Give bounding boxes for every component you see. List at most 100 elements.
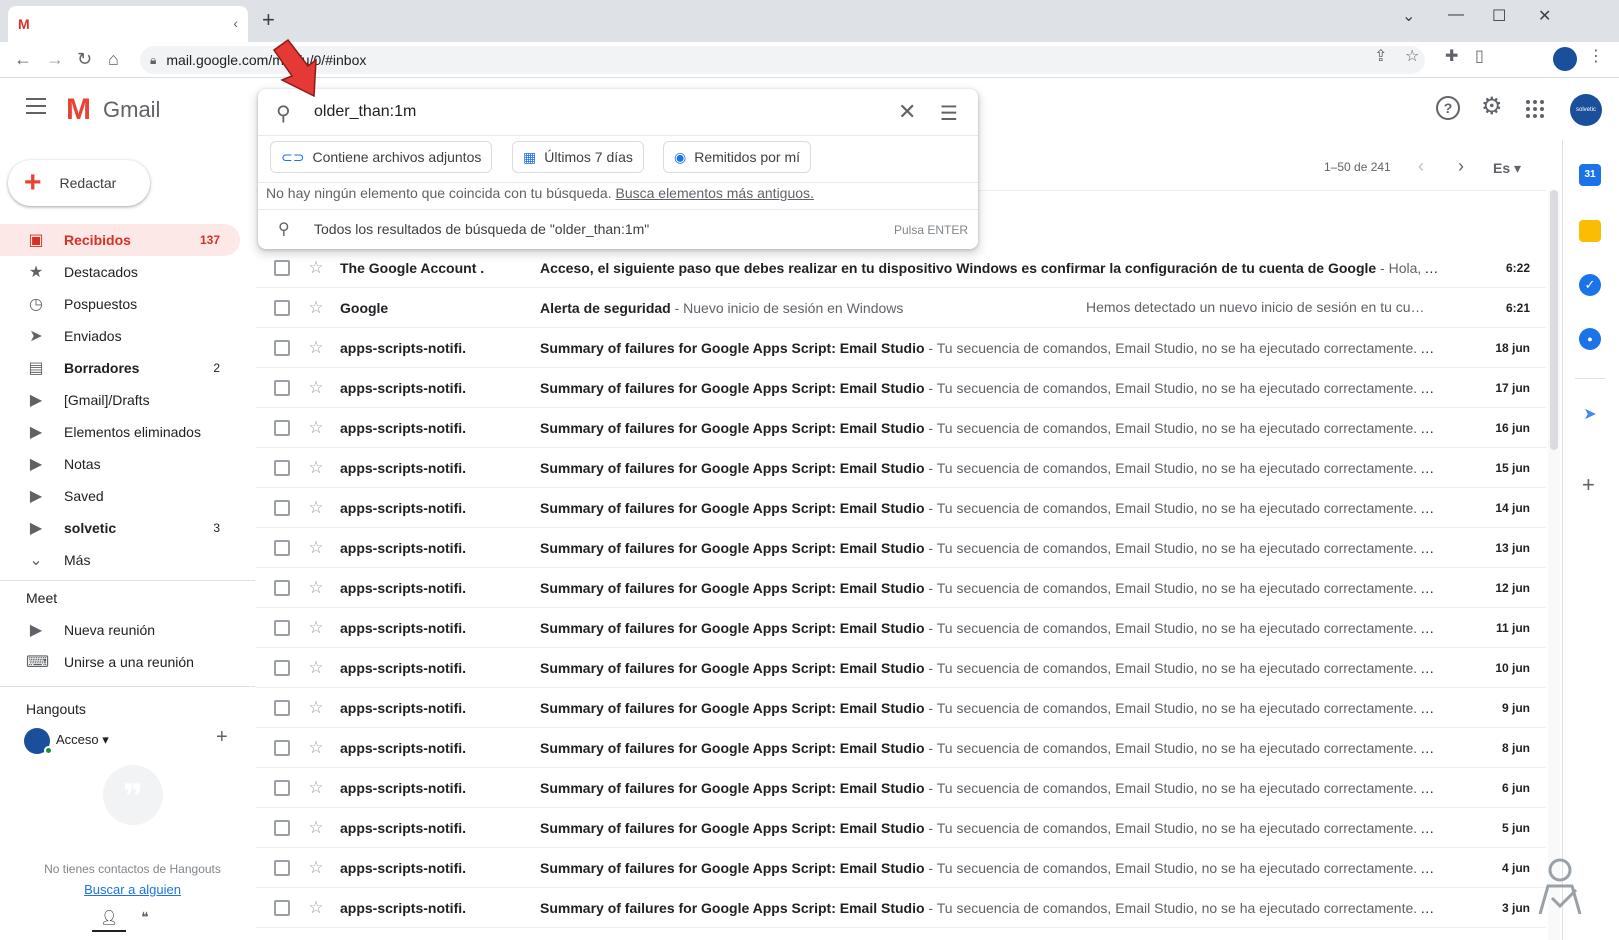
email-row[interactable]: ☆ apps-scripts-notifi. Summary of failures… — [256, 688, 1546, 728]
email-row[interactable]: ☆ apps-scripts-notifi. Summary of failures… — [256, 808, 1546, 848]
input-language-selector[interactable]: Es ▾ — [1493, 160, 1521, 177]
star-icon[interactable]: ☆ — [306, 418, 326, 438]
star-icon[interactable]: ☆ — [306, 258, 326, 278]
email-row[interactable]: ☆ apps-scripts-notifi. Summary of failures… — [256, 488, 1546, 528]
gmail-logo[interactable]: M Gmail — [66, 95, 160, 125]
select-checkbox[interactable] — [274, 739, 290, 756]
add-contact-icon[interactable]: + — [216, 726, 228, 749]
email-row[interactable]: ☆ apps-scripts-notifi. Summary of failures… — [256, 648, 1546, 688]
new-tab-button[interactable]: + — [262, 9, 275, 31]
star-icon[interactable]: ☆ — [306, 378, 326, 398]
email-row[interactable]: ☆ apps-scripts-notifi. Summary of failures… — [256, 408, 1546, 448]
sidebar-item-gmail-drafts[interactable]: ▶ [Gmail]/Drafts — [0, 384, 240, 416]
sidebar-item-saved[interactable]: ▶ Saved — [0, 480, 240, 512]
get-addons-icon[interactable]: + — [1582, 472, 1595, 498]
keep-icon[interactable] — [1579, 220, 1601, 242]
star-icon[interactable]: ☆ — [306, 538, 326, 558]
star-icon[interactable]: ☆ — [306, 778, 326, 798]
hangouts-user-name[interactable]: Acceso ▾ — [56, 732, 109, 748]
sidebar-item-solvetic[interactable]: ▶ solvetic 3 — [0, 512, 240, 544]
email-row[interactable]: ☆ apps-scripts-notifi. Summary of failures… — [256, 768, 1546, 808]
share-icon[interactable]: ⇪ — [1374, 46, 1387, 66]
star-icon[interactable]: ☆ — [306, 898, 326, 918]
email-row[interactable]: ☆ apps-scripts-notifi. Summary of failures… — [256, 328, 1546, 368]
star-icon[interactable]: ☆ — [306, 578, 326, 598]
select-checkbox[interactable] — [274, 699, 290, 716]
conversations-tab-icon[interactable]: ❝ — [128, 902, 162, 932]
select-checkbox[interactable] — [274, 459, 290, 476]
email-row[interactable]: ☆ apps-scripts-notifi. Summary of failures… — [256, 568, 1546, 608]
sidebar-item-pospuestos[interactable]: ◷ Pospuestos — [0, 288, 240, 320]
reload-icon[interactable]: ↻ — [77, 48, 92, 70]
email-row[interactable]: ☆ apps-scripts-notifi. Summary of failures… — [256, 888, 1546, 928]
select-checkbox[interactable] — [274, 779, 290, 796]
next-page-icon[interactable]: › — [1458, 156, 1464, 177]
star-icon[interactable]: ☆ — [306, 698, 326, 718]
search-input[interactable]: older_than:1m — [314, 103, 416, 121]
search-icon[interactable]: ⚲ — [276, 101, 291, 126]
chip-last-7-days[interactable]: ▦ Últimos 7 días — [512, 141, 644, 173]
back-arrow-icon[interactable]: ← — [14, 48, 32, 70]
email-row[interactable]: ☆ Google Alerta de seguridad - Nuevo inici… — [256, 288, 1546, 328]
compose-button[interactable]: + Redactar — [8, 160, 150, 206]
select-checkbox[interactable] — [274, 339, 290, 356]
bookmark-star-icon[interactable]: ☆ — [1405, 46, 1419, 66]
email-row[interactable]: ☆ apps-scripts-notifi. Summary of failures… — [256, 448, 1546, 488]
contacts-icon[interactable]: ● — [1579, 328, 1601, 350]
select-checkbox[interactable] — [274, 539, 290, 556]
tab-search-icon[interactable]: ⌄ — [1402, 6, 1415, 26]
sidebar-item-notas[interactable]: ▶ Notas — [0, 448, 240, 480]
select-checkbox[interactable] — [274, 819, 290, 836]
send-addon-icon[interactable]: ➤ — [1579, 404, 1601, 426]
email-row[interactable]: ☆ apps-scripts-notifi. Summary of failures… — [256, 848, 1546, 888]
forward-arrow-icon[interactable]: → — [46, 48, 64, 70]
all-results-option[interactable]: Todos los resultados de búsqueda de "old… — [314, 221, 649, 237]
meet-join-meeting[interactable]: ⌨ Unirse a una reunión — [0, 646, 240, 678]
star-icon[interactable]: ☆ — [306, 458, 326, 478]
help-icon[interactable]: ? — [1436, 96, 1460, 120]
browser-menu-icon[interactable]: ⋮ — [1588, 46, 1604, 66]
settings-gear-icon[interactable]: ⚙ — [1481, 92, 1503, 121]
star-icon[interactable]: ☆ — [306, 818, 326, 838]
select-checkbox[interactable] — [274, 899, 290, 916]
sidebar-item-recibidos[interactable]: ▣ Recibidos 137 — [0, 224, 240, 256]
search-older-link[interactable]: Busca elementos más antiguos. — [615, 185, 813, 201]
sidebar-item-mas[interactable]: ⌄ Más — [0, 544, 240, 576]
star-icon[interactable]: ☆ — [306, 658, 326, 678]
chip-attachments[interactable]: ⊂⊃ Contiene archivos adjuntos — [270, 141, 493, 173]
email-row[interactable]: ☆ apps-scripts-notifi. Summary of failures… — [256, 728, 1546, 768]
star-icon[interactable]: ☆ — [306, 338, 326, 358]
minimize-button[interactable]: — — [1448, 6, 1464, 24]
browser-tab-gmail[interactable]: M ‹ — [8, 6, 248, 42]
chip-sent-by-me[interactable]: ◉ Remitidos por mí — [663, 141, 812, 173]
select-checkbox[interactable] — [274, 859, 290, 876]
select-checkbox[interactable] — [274, 619, 290, 636]
star-icon[interactable]: ☆ — [306, 738, 326, 758]
maximize-button[interactable]: ☐ — [1492, 6, 1506, 26]
browser-profile-avatar[interactable] — [1553, 47, 1577, 71]
sidebar-item-borradores[interactable]: ▤ Borradores 2 — [0, 352, 240, 384]
select-checkbox[interactable] — [274, 499, 290, 516]
email-row[interactable]: ☆ apps-scripts-notifi. Summary of failures… — [256, 368, 1546, 408]
star-icon[interactable]: ☆ — [306, 498, 326, 518]
search-options-icon[interactable]: ☰ — [940, 101, 958, 126]
select-checkbox[interactable] — [274, 579, 290, 596]
calendar-icon[interactable]: 31 — [1579, 164, 1601, 186]
home-icon[interactable]: ⌂ — [108, 48, 119, 70]
sidebar-item-enviados[interactable]: ➤ Enviados — [0, 320, 240, 352]
account-avatar[interactable]: solvetic — [1570, 94, 1602, 126]
email-row[interactable]: ☆ The Google Account . Acceso, el siguient… — [256, 248, 1546, 288]
select-checkbox[interactable] — [274, 419, 290, 436]
main-menu-icon[interactable] — [26, 98, 46, 119]
find-someone-link[interactable]: Buscar a alguien — [0, 882, 265, 897]
clear-search-icon[interactable]: ✕ — [898, 99, 916, 125]
close-window-button[interactable]: ✕ — [1538, 6, 1551, 26]
side-panel-icon[interactable]: ▯ — [1475, 46, 1484, 66]
apps-grid-icon[interactable] — [1526, 100, 1544, 118]
extensions-icon[interactable]: ✚ — [1445, 46, 1458, 66]
tasks-icon[interactable]: ✓ — [1579, 274, 1601, 296]
star-icon[interactable]: ☆ — [306, 858, 326, 878]
select-checkbox[interactable] — [274, 379, 290, 396]
scrollbar-thumb[interactable] — [1550, 190, 1558, 450]
email-row[interactable]: ☆ apps-scripts-notifi. Summary of failures… — [256, 608, 1546, 648]
